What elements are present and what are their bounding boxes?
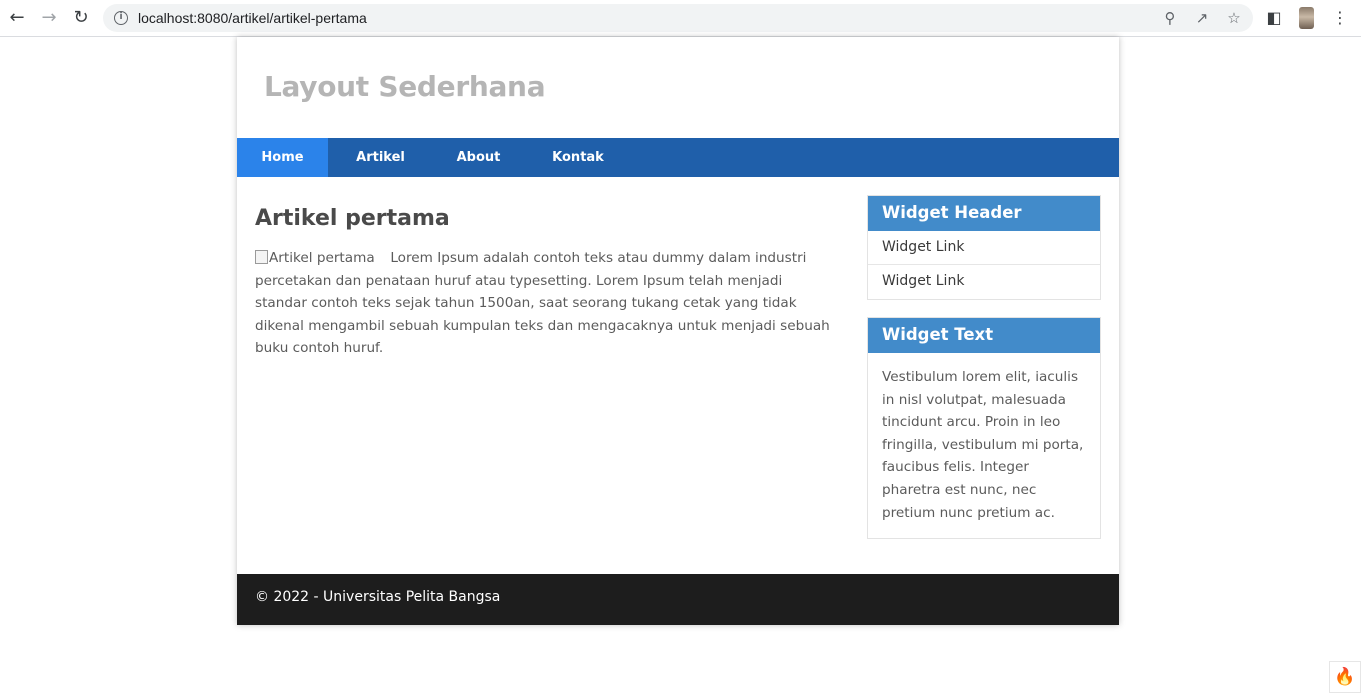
nav-item-home[interactable]: Home xyxy=(237,138,328,177)
widget-text-title: Widget Text xyxy=(868,318,1100,353)
site-title: Layout Sederhana xyxy=(264,70,546,103)
forward-icon[interactable]: → xyxy=(38,7,60,29)
widget-text-box: Widget Text Vestibulum lorem elit, iacul… xyxy=(867,317,1101,540)
widget-header-box: Widget Header Widget Link Widget Link xyxy=(867,195,1101,300)
address-bar[interactable]: i localhost:8080/artikel/artikel-pertama… xyxy=(103,4,1253,32)
footer-copyright: © 2022 - Universitas Pelita Bangsa xyxy=(255,589,501,605)
menu-kebab-icon[interactable]: ⋮ xyxy=(1330,8,1350,28)
back-icon[interactable]: ← xyxy=(6,7,28,29)
article-image-alt: Artikel pertama xyxy=(269,250,375,266)
article-image: Artikel pertama xyxy=(255,247,386,270)
nav-item-artikel[interactable]: Artikel xyxy=(347,138,414,177)
flame-icon[interactable]: 🔥 xyxy=(1329,661,1361,693)
widget-header-title: Widget Header xyxy=(868,196,1100,231)
zoom-icon[interactable]: ⚲ xyxy=(1161,9,1179,27)
share-icon[interactable]: ↗ xyxy=(1193,9,1211,27)
reload-icon[interactable]: ↻ xyxy=(70,7,92,29)
widget-link[interactable]: Widget Link xyxy=(868,265,1100,299)
site-header: Layout Sederhana xyxy=(237,37,1119,138)
article-title: Artikel pertama xyxy=(255,206,450,231)
url-text[interactable]: localhost:8080/artikel/artikel-pertama xyxy=(138,10,367,26)
widget-link[interactable]: Widget Link xyxy=(868,231,1100,265)
browser-toolbar: ← → ↻ i localhost:8080/artikel/artikel-p… xyxy=(0,0,1361,37)
nav-item-kontak[interactable]: Kontak xyxy=(543,138,613,177)
site-info-icon[interactable]: i xyxy=(114,11,128,25)
profile-avatar[interactable] xyxy=(1299,7,1314,29)
bookmark-star-icon[interactable]: ☆ xyxy=(1225,9,1243,27)
broken-image-icon xyxy=(255,250,268,264)
widget-text-content: Vestibulum lorem elit, iaculis in nisl v… xyxy=(882,369,1084,521)
side-panel-icon[interactable]: ◧ xyxy=(1264,8,1284,28)
site-footer: © 2022 - Universitas Pelita Bangsa xyxy=(237,574,1119,625)
article-body: Artikel pertama Lorem Ipsum adalah conto… xyxy=(255,247,835,360)
main-navbar: Home Artikel About Kontak xyxy=(237,138,1119,177)
nav-item-about[interactable]: About xyxy=(446,138,511,177)
